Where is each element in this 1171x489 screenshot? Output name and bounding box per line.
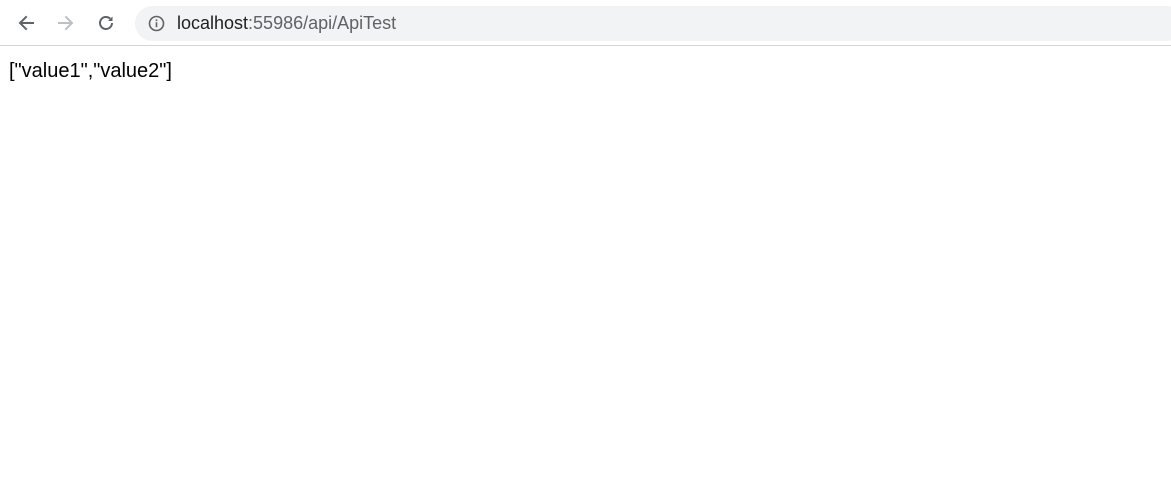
reload-icon <box>99 16 113 30</box>
browser-toolbar: localhost:55986/api/ApiTest <box>0 0 1171 46</box>
json-response-text: ["value1","value2"] <box>9 60 172 82</box>
url-path: :55986/api/ApiTest <box>248 13 397 33</box>
page-content: ["value1","value2"] <box>0 47 1171 489</box>
back-button[interactable] <box>10 7 42 39</box>
forward-button[interactable] <box>50 7 82 39</box>
url-text[interactable]: localhost:55986/api/ApiTest <box>177 6 396 41</box>
reload-button[interactable] <box>90 7 122 39</box>
back-arrow-icon <box>18 15 34 31</box>
info-icon[interactable] <box>148 15 165 32</box>
address-bar[interactable]: localhost:55986/api/ApiTest <box>135 6 1171 41</box>
forward-arrow-icon <box>58 15 74 31</box>
url-host: localhost <box>177 13 249 33</box>
